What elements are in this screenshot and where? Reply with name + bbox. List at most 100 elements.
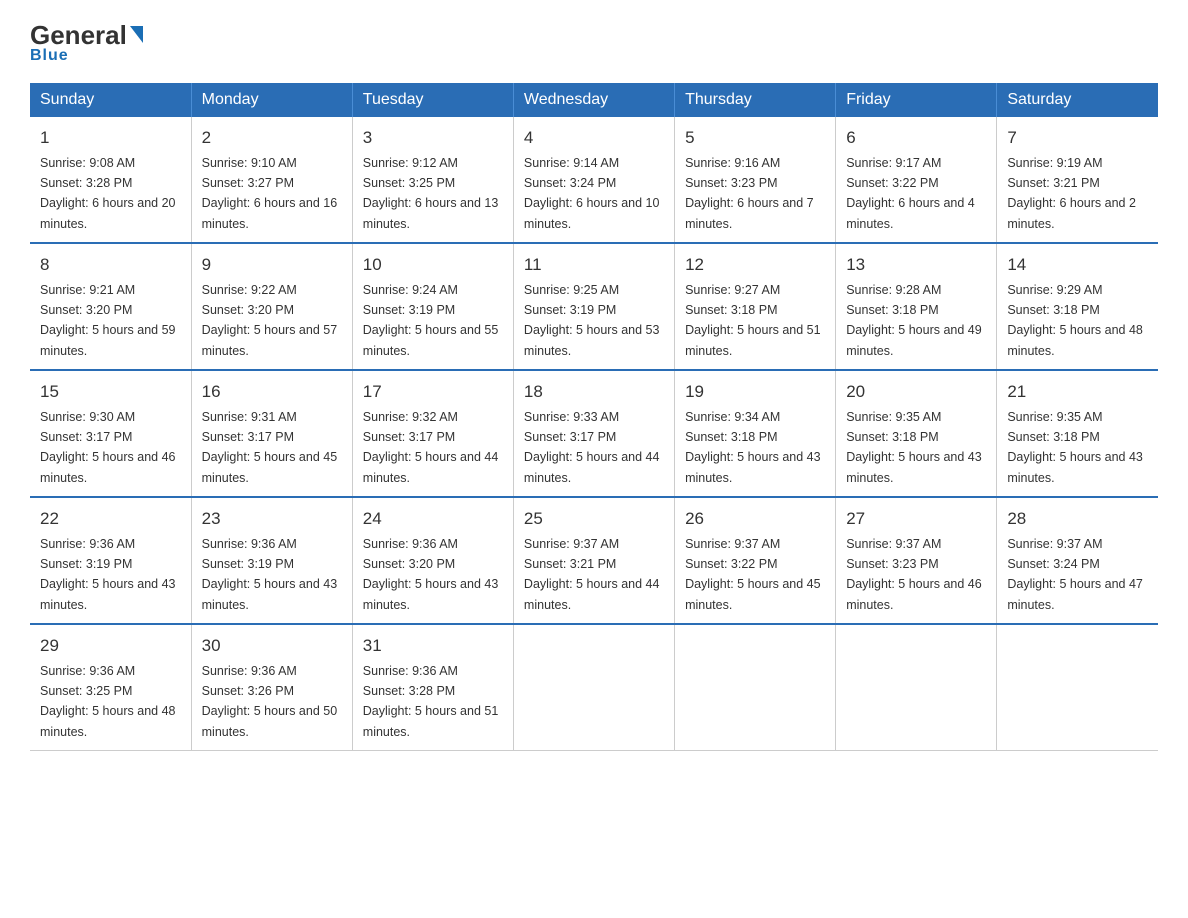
calendar-cell: 12 Sunrise: 9:27 AMSunset: 3:18 PMDayligh… [675,243,836,370]
calendar-week-row: 15 Sunrise: 9:30 AMSunset: 3:17 PMDayligh… [30,370,1158,497]
day-number: 31 [363,633,503,659]
day-info: Sunrise: 9:31 AMSunset: 3:17 PMDaylight:… [202,410,338,485]
logo-triangle-icon [130,26,143,43]
calendar-cell: 4Sunrise: 9:14 AMSunset: 3:24 PMDaylight… [513,117,674,243]
weekday-header-saturday: Saturday [997,83,1158,117]
day-number: 4 [524,125,664,151]
day-number: 30 [202,633,342,659]
calendar-cell: 15 Sunrise: 9:30 AMSunset: 3:17 PMDayligh… [30,370,191,497]
calendar-cell: 17 Sunrise: 9:32 AMSunset: 3:17 PMDayligh… [352,370,513,497]
calendar-cell: 31Sunrise: 9:36 AMSunset: 3:28 PMDayligh… [352,624,513,751]
calendar-cell [836,624,997,751]
calendar-cell: 9 Sunrise: 9:22 AMSunset: 3:20 PMDaylight… [191,243,352,370]
weekday-header-wednesday: Wednesday [513,83,674,117]
day-number: 13 [846,252,986,278]
calendar-cell: 22 Sunrise: 9:36 AMSunset: 3:19 PMDayligh… [30,497,191,624]
day-number: 26 [685,506,825,532]
page-header: General Blue [30,20,1158,65]
day-number: 2 [202,125,342,151]
day-info: Sunrise: 9:12 AMSunset: 3:25 PMDaylight:… [363,156,499,231]
calendar-cell: 7 Sunrise: 9:19 AMSunset: 3:21 PMDaylight… [997,117,1158,243]
calendar-cell: 29 Sunrise: 9:36 AMSunset: 3:25 PMDayligh… [30,624,191,751]
calendar-cell: 13 Sunrise: 9:28 AMSunset: 3:18 PMDayligh… [836,243,997,370]
day-number: 28 [1007,506,1148,532]
day-number: 3 [363,125,503,151]
day-info: Sunrise: 9:36 AMSunset: 3:20 PMDaylight:… [363,537,499,612]
day-number: 16 [202,379,342,405]
day-info: Sunrise: 9:29 AMSunset: 3:18 PMDaylight:… [1007,283,1143,358]
weekday-header-monday: Monday [191,83,352,117]
calendar-week-row: 22 Sunrise: 9:36 AMSunset: 3:19 PMDayligh… [30,497,1158,624]
calendar-week-row: 29 Sunrise: 9:36 AMSunset: 3:25 PMDayligh… [30,624,1158,751]
day-number: 29 [40,633,181,659]
calendar-cell: 27Sunrise: 9:37 AMSunset: 3:23 PMDayligh… [836,497,997,624]
calendar-cell: 10 Sunrise: 9:24 AMSunset: 3:19 PMDayligh… [352,243,513,370]
day-number: 18 [524,379,664,405]
day-number: 21 [1007,379,1148,405]
day-info: Sunrise: 9:17 AMSunset: 3:22 PMDaylight:… [846,156,975,231]
calendar-cell: 8 Sunrise: 9:21 AMSunset: 3:20 PMDaylight… [30,243,191,370]
day-info: Sunrise: 9:16 AMSunset: 3:23 PMDaylight:… [685,156,814,231]
calendar-cell: 26 Sunrise: 9:37 AMSunset: 3:22 PMDayligh… [675,497,836,624]
day-number: 25 [524,506,664,532]
calendar-cell: 21 Sunrise: 9:35 AMSunset: 3:18 PMDayligh… [997,370,1158,497]
day-number: 27 [846,506,986,532]
calendar-cell: 20 Sunrise: 9:35 AMSunset: 3:18 PMDayligh… [836,370,997,497]
calendar-cell: 3 Sunrise: 9:12 AMSunset: 3:25 PMDaylight… [352,117,513,243]
calendar-table: SundayMondayTuesdayWednesdayThursdayFrid… [30,83,1158,751]
calendar-cell: 14 Sunrise: 9:29 AMSunset: 3:18 PMDayligh… [997,243,1158,370]
day-number: 9 [202,252,342,278]
calendar-cell: 11 Sunrise: 9:25 AMSunset: 3:19 PMDayligh… [513,243,674,370]
day-info: Sunrise: 9:30 AMSunset: 3:17 PMDaylight:… [40,410,176,485]
day-number: 12 [685,252,825,278]
day-info: Sunrise: 9:08 AMSunset: 3:28 PMDaylight:… [40,156,176,231]
day-number: 24 [363,506,503,532]
day-number: 22 [40,506,181,532]
calendar-cell: 30 Sunrise: 9:36 AMSunset: 3:26 PMDayligh… [191,624,352,751]
calendar-cell: 18 Sunrise: 9:33 AMSunset: 3:17 PMDayligh… [513,370,674,497]
day-info: Sunrise: 9:35 AMSunset: 3:18 PMDaylight:… [846,410,982,485]
day-number: 10 [363,252,503,278]
day-info: Sunrise: 9:24 AMSunset: 3:19 PMDaylight:… [363,283,499,358]
day-info: Sunrise: 9:22 AMSunset: 3:20 PMDaylight:… [202,283,338,358]
day-info: Sunrise: 9:25 AMSunset: 3:19 PMDaylight:… [524,283,660,358]
day-info: Sunrise: 9:32 AMSunset: 3:17 PMDaylight:… [363,410,499,485]
calendar-week-row: 1Sunrise: 9:08 AMSunset: 3:28 PMDaylight… [30,117,1158,243]
day-info: Sunrise: 9:37 AMSunset: 3:22 PMDaylight:… [685,537,821,612]
weekday-header-tuesday: Tuesday [352,83,513,117]
logo-blue-text: Blue [30,47,69,65]
day-info: Sunrise: 9:27 AMSunset: 3:18 PMDaylight:… [685,283,821,358]
day-info: Sunrise: 9:36 AMSunset: 3:26 PMDaylight:… [202,664,338,739]
calendar-cell: 5 Sunrise: 9:16 AMSunset: 3:23 PMDaylight… [675,117,836,243]
calendar-cell: 16 Sunrise: 9:31 AMSunset: 3:17 PMDayligh… [191,370,352,497]
day-info: Sunrise: 9:28 AMSunset: 3:18 PMDaylight:… [846,283,982,358]
day-number: 7 [1007,125,1148,151]
day-info: Sunrise: 9:19 AMSunset: 3:21 PMDaylight:… [1007,156,1136,231]
calendar-cell [997,624,1158,751]
day-info: Sunrise: 9:21 AMSunset: 3:20 PMDaylight:… [40,283,176,358]
weekday-header-sunday: Sunday [30,83,191,117]
day-info: Sunrise: 9:36 AMSunset: 3:19 PMDaylight:… [202,537,338,612]
day-info: Sunrise: 9:36 AMSunset: 3:25 PMDaylight:… [40,664,176,739]
day-info: Sunrise: 9:35 AMSunset: 3:18 PMDaylight:… [1007,410,1143,485]
day-info: Sunrise: 9:10 AMSunset: 3:27 PMDaylight:… [202,156,338,231]
day-info: Sunrise: 9:36 AMSunset: 3:19 PMDaylight:… [40,537,176,612]
day-number: 15 [40,379,181,405]
day-info: Sunrise: 9:33 AMSunset: 3:17 PMDaylight:… [524,410,660,485]
day-number: 23 [202,506,342,532]
calendar-cell: 28Sunrise: 9:37 AMSunset: 3:24 PMDayligh… [997,497,1158,624]
day-number: 14 [1007,252,1148,278]
day-number: 20 [846,379,986,405]
calendar-cell: 1Sunrise: 9:08 AMSunset: 3:28 PMDaylight… [30,117,191,243]
calendar-cell: 6Sunrise: 9:17 AMSunset: 3:22 PMDaylight… [836,117,997,243]
calendar-cell: 2 Sunrise: 9:10 AMSunset: 3:27 PMDaylight… [191,117,352,243]
day-number: 5 [685,125,825,151]
day-info: Sunrise: 9:37 AMSunset: 3:21 PMDaylight:… [524,537,660,612]
calendar-cell: 23 Sunrise: 9:36 AMSunset: 3:19 PMDayligh… [191,497,352,624]
day-number: 8 [40,252,181,278]
calendar-cell [675,624,836,751]
day-number: 17 [363,379,503,405]
calendar-cell: 19Sunrise: 9:34 AMSunset: 3:18 PMDayligh… [675,370,836,497]
calendar-cell: 24 Sunrise: 9:36 AMSunset: 3:20 PMDayligh… [352,497,513,624]
day-number: 11 [524,252,664,278]
